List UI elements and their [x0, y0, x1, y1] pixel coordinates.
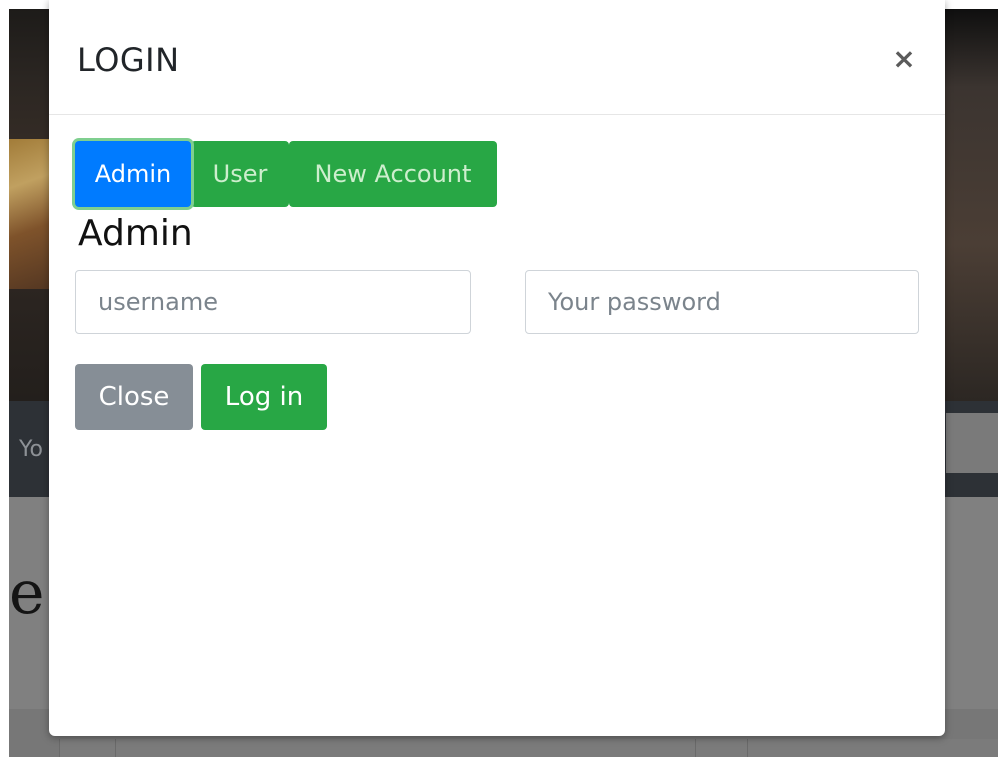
login-modal: LOGIN × Admin User New Account Admin Clo…	[49, 0, 945, 736]
hero-food-edge	[9, 139, 51, 289]
password-input[interactable]	[525, 270, 919, 334]
section-title: Admin	[78, 213, 193, 254]
background-heading-partial: e	[9, 558, 45, 628]
footer-cell	[695, 739, 748, 757]
tab-admin[interactable]: Admin	[75, 141, 191, 207]
footer-cell	[59, 739, 115, 757]
tab-new-account[interactable]: New Account	[289, 141, 497, 207]
footer-cell	[115, 739, 696, 757]
login-button[interactable]: Log in	[201, 364, 327, 430]
close-icon[interactable]: ×	[892, 44, 916, 74]
navbar-right-block	[946, 413, 998, 473]
tab-user[interactable]: User	[191, 141, 289, 207]
modal-title: LOGIN	[77, 41, 180, 79]
close-button[interactable]: Close	[75, 364, 193, 430]
navbar-partial-text: Yo	[19, 437, 43, 462]
footer-cell	[747, 739, 998, 757]
modal-header: LOGIN ×	[49, 0, 945, 115]
hero-right-edge	[943, 9, 998, 401]
screen: Yo e LOGIN × Admin User New Account Admi…	[0, 0, 998, 757]
username-input[interactable]	[75, 270, 471, 334]
